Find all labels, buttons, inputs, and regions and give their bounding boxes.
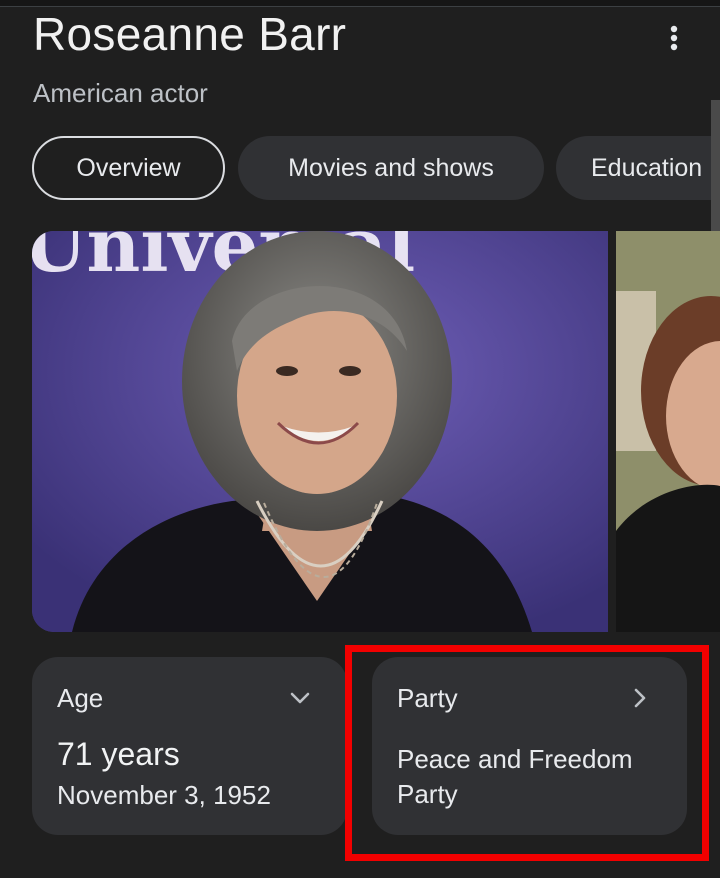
party-value: Peace and Freedom Party (397, 744, 633, 809)
party-label: Party (397, 683, 458, 713)
main-photo-art: Universal (32, 231, 608, 632)
age-value: 71 years (57, 736, 180, 772)
more-options-button[interactable] (652, 18, 696, 58)
tab-bar: Overview Movies and shows Education (32, 136, 720, 200)
age-label: Age (57, 683, 104, 713)
main-photo[interactable]: Universal (32, 231, 608, 632)
tab-education[interactable]: Education (556, 136, 720, 200)
entity-title: Roseanne Barr (33, 8, 347, 60)
secondary-photo[interactable] (616, 231, 720, 632)
birth-date: November 3, 1952 (57, 780, 271, 810)
secondary-photo-art (616, 231, 720, 632)
entity-subtitle: American actor (33, 78, 208, 108)
tab-overview[interactable]: Overview (32, 136, 225, 200)
party-card[interactable]: Party Peace and Freedom Party (372, 657, 687, 835)
tab-label: Education (591, 153, 703, 182)
chevron-down-icon[interactable] (287, 685, 313, 711)
age-card[interactable]: Age 71 years November 3, 1952 (32, 657, 347, 835)
tab-label: Movies and shows (288, 153, 494, 182)
tab-label: Overview (76, 153, 181, 182)
more-vert-icon (670, 25, 678, 51)
tab-movies-and-shows[interactable]: Movies and shows (238, 136, 544, 200)
chevron-right-icon[interactable] (627, 685, 653, 711)
